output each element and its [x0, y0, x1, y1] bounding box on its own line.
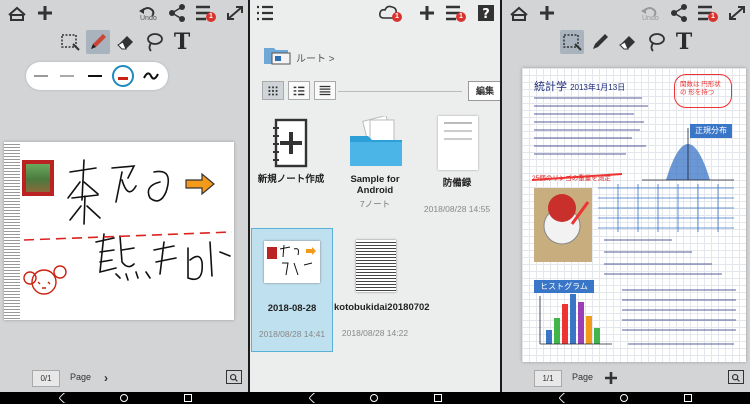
drawer-menu-icon[interactable] [254, 3, 276, 23]
plus-icon[interactable] [536, 3, 558, 23]
page-navigation: 1/1 Page [502, 366, 750, 392]
recents-nav-icon[interactable] [684, 394, 692, 402]
notebook-back-icon[interactable] [508, 3, 530, 23]
page-indicator[interactable]: 0/1 [32, 370, 60, 387]
note-drawing [531, 97, 736, 345]
drawing-tool-row: T [502, 28, 750, 56]
eraser-icon[interactable] [616, 30, 640, 54]
eraser-icon[interactable] [114, 30, 138, 54]
pen-red-selected[interactable] [112, 65, 134, 87]
recents-nav-icon[interactable] [434, 394, 442, 402]
list-view-icon[interactable] [288, 81, 310, 100]
detail-view-icon[interactable] [314, 81, 336, 100]
home-nav-icon[interactable] [120, 394, 128, 402]
tile-name: kotobukidai20180702 [334, 302, 430, 313]
edit-button[interactable]: 編集 [468, 81, 500, 101]
home-nav-icon[interactable] [370, 394, 378, 402]
note-editor-left: Undo 1 T 0/1 Page › [0, 0, 248, 392]
notebook-back-icon[interactable] [6, 3, 28, 23]
browser-toolbar: 1 1 ? [250, 0, 500, 26]
tile-count: 7ノート [359, 199, 391, 209]
view-mode-bar: 編集 [262, 81, 500, 103]
lasso-select-icon[interactable] [560, 30, 584, 54]
fullscreen-icon[interactable] [224, 3, 246, 23]
drawing-tool-row: T [0, 28, 248, 56]
pen-icon[interactable] [86, 30, 110, 54]
note-thumbnail [356, 240, 396, 292]
svg-text:?: ? [482, 7, 490, 22]
page-indicator[interactable]: 1/1 [534, 370, 562, 387]
plus-icon[interactable] [416, 3, 438, 23]
tile-name: 防備録 [442, 178, 472, 189]
tile-name: 2018-08-28 [267, 303, 317, 314]
plus-icon[interactable] [34, 3, 56, 23]
top-toolbar: Undo 1 [0, 0, 248, 26]
note-tile[interactable]: kotobukidai20180702 2018/08/28 14:22 [334, 228, 430, 352]
pen-medium-gray[interactable] [56, 65, 78, 87]
pen-black[interactable] [84, 65, 106, 87]
undo-label: Undo [140, 15, 157, 22]
text-tool-icon[interactable]: T [170, 30, 194, 54]
new-note-icon [273, 118, 308, 168]
cloud-badge: 1 [392, 12, 402, 22]
page-label: Page [572, 372, 594, 382]
folder-icon [350, 116, 402, 166]
next-page-icon[interactable]: › [104, 371, 108, 385]
file-browser: 1 1 ? ルート > 編集 新規ノート作成 Sample for Androi… [250, 0, 500, 392]
top-toolbar: Undo 1 [502, 0, 750, 26]
tile-date: 2018/08/28 14:55 [423, 204, 491, 214]
fullscreen-icon[interactable] [726, 3, 748, 23]
share-icon[interactable] [166, 3, 188, 23]
recents-nav-icon[interactable] [184, 394, 192, 402]
note-tile[interactable]: 防備録 2018/08/28 14:55 [416, 112, 498, 236]
pen-icon[interactable] [588, 30, 612, 54]
handwriting-drawing [23, 159, 233, 295]
grid-view-icon[interactable] [262, 81, 284, 100]
pen-palette [26, 62, 168, 90]
tile-name: Sample for Android [350, 174, 400, 196]
notebook-tile[interactable]: Sample for Android 7ノート [334, 112, 416, 236]
text-tool-icon[interactable]: T [672, 30, 696, 54]
tile-name: 新規ノート作成 [257, 174, 325, 185]
lasso-icon[interactable] [142, 30, 166, 54]
notification-badge: 1 [206, 12, 216, 22]
lasso-select-icon[interactable] [58, 30, 82, 54]
zoom-icon[interactable] [226, 370, 242, 384]
notification-badge: 1 [708, 12, 718, 22]
zoom-icon[interactable] [728, 370, 744, 384]
breadcrumb-text: ルート > [296, 54, 335, 65]
statistics-note-page[interactable]: 統計学 2013年1月13日 関数は 円形状の 形を持つ 正規分布 ヒストグラム… [522, 68, 746, 362]
note-page[interactable] [4, 142, 234, 320]
tile-date: 2018/08/28 14:22 [341, 328, 409, 338]
page-label: Page [70, 372, 92, 382]
home-nav-icon[interactable] [620, 394, 628, 402]
lasso-icon[interactable] [644, 30, 668, 54]
menu-badge: 1 [456, 12, 466, 22]
divider [338, 91, 462, 92]
add-page-icon[interactable] [600, 368, 622, 388]
note-thumbnail [264, 241, 320, 283]
share-icon[interactable] [668, 3, 690, 23]
undo-label: Undo [642, 15, 659, 22]
note-thumbnail [438, 116, 478, 170]
screenshot-collage: Undo 1 T 0/1 Page › 1 1 ? ルート > 編集 新規ノート… [0, 0, 750, 404]
tile-date: 2018/08/28 14:41 [258, 329, 326, 339]
page-navigation: 0/1 Page › [0, 366, 248, 392]
note-tile-selected[interactable]: 2018-08-28 2018/08/28 14:41 [251, 228, 333, 352]
help-icon[interactable]: ? [476, 3, 498, 23]
new-note-tile[interactable]: 新規ノート作成 [250, 112, 332, 236]
pen-thin-gray[interactable] [30, 65, 52, 87]
root-folder-icon [262, 42, 292, 68]
pen-wave[interactable] [140, 65, 162, 87]
